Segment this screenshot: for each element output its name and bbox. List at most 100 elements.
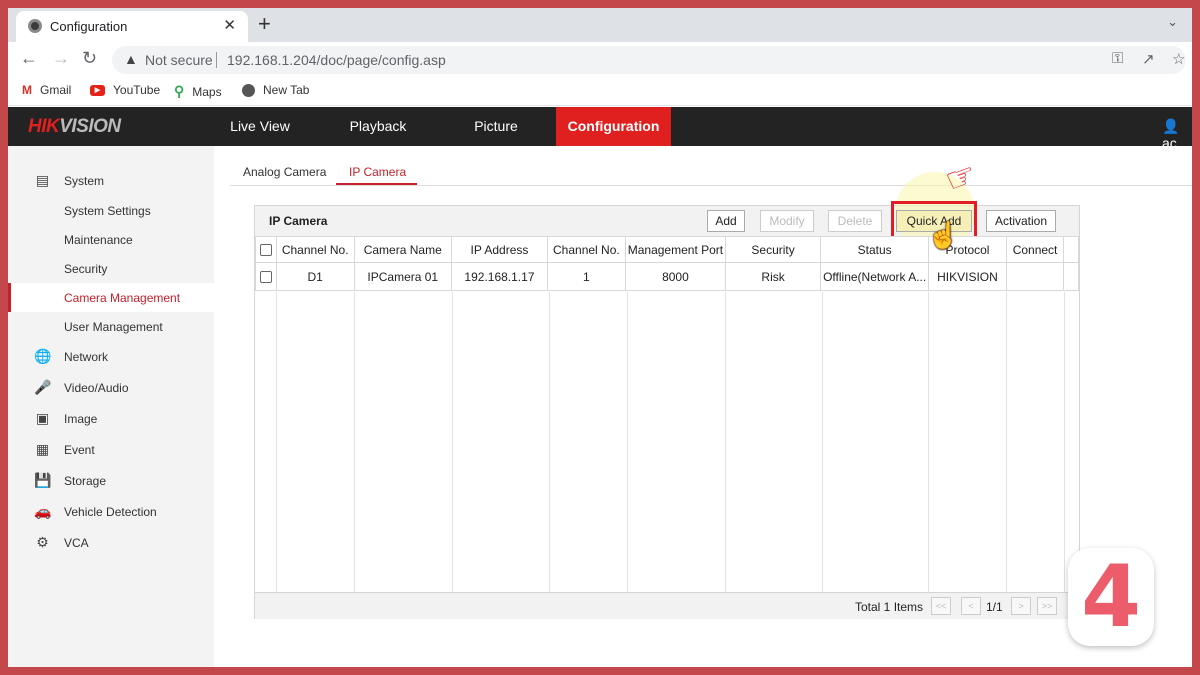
row-checkbox[interactable] xyxy=(259,271,272,284)
close-tab-icon[interactable]: ✕ xyxy=(223,16,236,34)
reload-icon[interactable]: ↻ xyxy=(82,48,97,68)
nav-picture[interactable]: Picture xyxy=(448,107,544,146)
sidebar-item-label: System Settings xyxy=(64,204,151,218)
sidebar-item-network[interactable]: 🌐 Network xyxy=(8,342,214,371)
column-divider xyxy=(1064,292,1065,592)
tab-ip-camera[interactable]: IP Camera xyxy=(349,165,406,179)
table-cell xyxy=(1005,262,1065,291)
bookmark-maps[interactable]: ⚲ Maps xyxy=(174,83,222,100)
bookmark-label: New Tab xyxy=(263,83,310,97)
bookmark-youtube[interactable]: ▶ YouTube xyxy=(90,83,160,97)
column-divider xyxy=(725,292,726,592)
step-number-badge: 4 xyxy=(1068,548,1154,646)
user-menu[interactable]: 👤 ac xyxy=(1162,118,1192,151)
nav-playback[interactable]: Playback xyxy=(330,107,426,146)
bookmark-new-tab[interactable]: New Tab xyxy=(242,83,309,97)
prev-page-button[interactable]: < xyxy=(961,597,981,615)
sidebar-item-camera-management[interactable]: Camera Management xyxy=(8,283,214,312)
sidebar-item-label: Network xyxy=(64,350,109,364)
panel-title: IP Camera xyxy=(269,214,328,228)
share-icon[interactable]: ↗ xyxy=(1142,50,1155,68)
column-divider xyxy=(549,292,550,592)
table-cell: HIKVISION xyxy=(928,262,1007,291)
sidebar-item-vca[interactable]: ⚙ VCA xyxy=(8,528,214,557)
subtab-divider xyxy=(230,185,1192,186)
panel-footer: Total 1 Items << < 1/1 > >> xyxy=(255,592,1079,619)
vehicle-icon: 🚗 xyxy=(34,503,52,519)
column-divider xyxy=(928,292,929,592)
nav-live-view[interactable]: Live View xyxy=(212,107,308,146)
delete-button[interactable]: Delete xyxy=(828,210,882,232)
forward-arrow-icon[interactable]: → xyxy=(52,48,70,68)
sidebar-item-maintenance[interactable]: Maintenance xyxy=(8,225,214,254)
new-tab-button[interactable]: + xyxy=(258,11,271,37)
table-cell: 8000 xyxy=(624,262,727,291)
column-header[interactable]: Management Port xyxy=(624,236,727,263)
ip-camera-panel: IP Camera Add Modify Delete Quick Add Ac… xyxy=(254,172,1080,619)
column-header[interactable]: Connect xyxy=(1005,236,1065,263)
sidebar-item-label: Event xyxy=(64,443,95,457)
calendar-icon: ▦ xyxy=(35,441,50,457)
sidebar-item-system-settings[interactable]: System Settings xyxy=(8,196,214,225)
column-header[interactable]: Channel No. xyxy=(275,236,355,263)
sidebar-item-user-management[interactable]: User Management xyxy=(8,312,214,341)
url-text[interactable]: 192.168.1.204/doc/page/config.asp xyxy=(227,52,446,68)
image-icon: ▣ xyxy=(35,410,50,426)
warning-icon: ▲ xyxy=(124,51,138,67)
sidebar-item-security[interactable]: Security xyxy=(8,254,214,283)
sidebar-item-label: Image xyxy=(64,412,98,426)
sidebar-item-event[interactable]: ▦ Event xyxy=(8,435,214,464)
tab-search-chevron-icon[interactable]: ⌄ xyxy=(1167,14,1178,30)
bookmarks-bar: M Gmail ▶ YouTube ⚲ Maps New Tab xyxy=(8,76,1192,106)
screen-frame: Configuration ✕ + ⌄ ← → ↻ ▲ Not secure 1… xyxy=(8,8,1192,667)
sidebar-item-system[interactable]: ▤ System xyxy=(8,166,214,195)
bookmark-star-icon[interactable]: ☆ xyxy=(1172,50,1185,68)
column-header[interactable]: Camera Name xyxy=(353,236,452,263)
not-secure-label[interactable]: Not secure xyxy=(145,52,213,68)
sidebar-item-image[interactable]: ▣ Image xyxy=(8,404,214,433)
browser-tab[interactable]: Configuration ✕ xyxy=(16,11,248,42)
table-cell: IPCamera 01 xyxy=(353,262,452,291)
column-header[interactable]: Security xyxy=(725,236,822,263)
table-cell: 192.168.1.17 xyxy=(450,262,549,291)
next-page-button[interactable]: > xyxy=(1011,597,1031,615)
column-header[interactable]: Channel No. xyxy=(547,236,626,263)
bookmark-gmail[interactable]: M Gmail xyxy=(22,83,71,97)
table-cell: D1 xyxy=(275,262,355,291)
sidebar-item-label: VCA xyxy=(64,536,89,550)
sidebar: ▤ System System Settings Maintenance Sec… xyxy=(8,146,214,667)
activation-button[interactable]: Activation xyxy=(986,210,1056,232)
system-icon: ▤ xyxy=(35,172,50,188)
last-page-button[interactable]: >> xyxy=(1037,597,1057,615)
table-row[interactable]: D1 IPCamera 01 192.168.1.17 1 8000 Risk … xyxy=(255,262,1079,291)
sidebar-item-label: Maintenance xyxy=(64,233,133,247)
row-select-cell xyxy=(255,262,277,291)
column-header-spacer xyxy=(1063,236,1079,263)
browser-tabstrip: Configuration ✕ + ⌄ xyxy=(8,8,1192,42)
sidebar-item-vehicle-detection[interactable]: 🚗 Vehicle Detection xyxy=(8,497,214,526)
column-header[interactable]: IP Address xyxy=(450,236,549,263)
select-all-cell xyxy=(255,236,277,263)
tab-analog-camera[interactable]: Analog Camera xyxy=(243,165,326,179)
modify-button[interactable]: Modify xyxy=(760,210,814,232)
table-cell: Offline(Network A... xyxy=(820,262,930,291)
column-divider xyxy=(452,292,453,592)
sidebar-item-label: Camera Management xyxy=(64,291,181,305)
address-bar[interactable]: ▲ Not secure 192.168.1.204/doc/page/conf… xyxy=(112,46,1186,74)
tab-title: Configuration xyxy=(50,19,128,34)
column-divider xyxy=(276,292,277,592)
table-cell: Risk xyxy=(725,262,822,291)
table-cell-spacer xyxy=(1063,262,1079,291)
sidebar-item-storage[interactable]: 💾 Storage xyxy=(8,466,214,495)
nav-configuration[interactable]: Configuration xyxy=(556,107,671,146)
first-page-button[interactable]: << xyxy=(931,597,951,615)
column-header[interactable]: Status xyxy=(820,236,930,263)
microphone-icon: 🎤 xyxy=(34,379,52,395)
step-number: 4 xyxy=(1081,547,1141,647)
sidebar-item-label: Video/Audio xyxy=(64,381,129,395)
back-arrow-icon[interactable]: ← xyxy=(20,48,38,68)
key-icon[interactable]: ⚿ xyxy=(1112,50,1123,67)
add-button[interactable]: Add xyxy=(707,210,745,232)
sidebar-item-video-audio[interactable]: 🎤 Video/Audio xyxy=(8,373,214,402)
select-all-checkbox[interactable] xyxy=(259,244,272,257)
